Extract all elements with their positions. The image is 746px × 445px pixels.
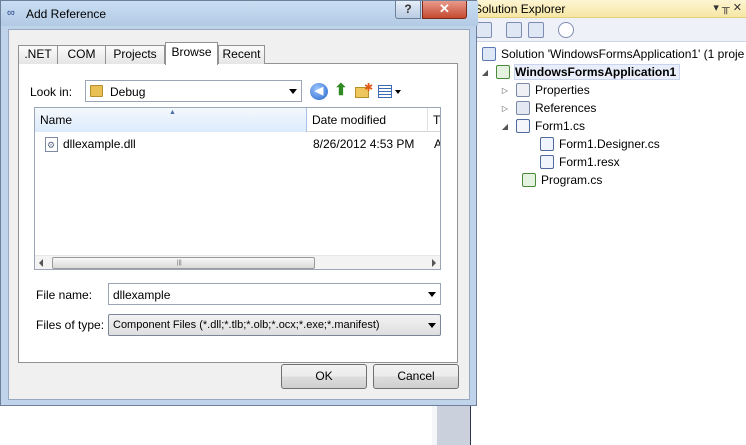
tab-projects[interactable]: Projects xyxy=(105,45,165,64)
files-of-type-value: Component Files (*.dll;*.tlb;*.olb;*.ocx… xyxy=(113,319,380,331)
tree-node-project[interactable]: ◢ WindowsFormsApplication1 xyxy=(480,63,681,81)
solution-explorer-toolbar xyxy=(468,18,746,42)
file-list: Name▲ Date modified Ty ⚙ dllexample.dll … xyxy=(34,107,441,270)
refresh-icon[interactable] xyxy=(528,22,544,38)
tree-label-references: References xyxy=(535,101,597,115)
show-all-files-icon[interactable] xyxy=(506,22,522,38)
tab-com[interactable]: COM xyxy=(57,45,106,64)
look-in-label: Look in: xyxy=(30,85,73,99)
scrollbar-thumb[interactable]: ||| xyxy=(52,257,315,269)
tab-browse[interactable]: Browse xyxy=(165,42,218,65)
tree-node-references[interactable]: ▷ References xyxy=(500,99,596,117)
up-folder-icon[interactable]: ⬆ xyxy=(332,83,350,100)
file-type-cell: Ap xyxy=(434,134,440,154)
csharp-file-icon xyxy=(522,173,536,187)
column-header-type[interactable]: Ty xyxy=(428,108,440,132)
tree-label-project: WindowsFormsApplication1 xyxy=(513,64,681,80)
tree-label-solution: Solution 'WindowsFormsApplication1' (1 p… xyxy=(501,47,745,61)
file-row[interactable]: ⚙ dllexample.dll 8/26/2012 4:53 PM Ap xyxy=(39,134,440,154)
collapse-icon[interactable]: ◢ xyxy=(500,122,510,131)
solution-tree: Solution 'WindowsFormsApplication1' (1 p… xyxy=(468,42,746,445)
file-date-cell: 8/26/2012 4:53 PM xyxy=(313,137,415,151)
collapse-icon[interactable]: ◢ xyxy=(480,68,490,77)
grip-icon: ||| xyxy=(177,260,182,266)
form-icon xyxy=(516,119,530,133)
column-header-date-modified[interactable]: Date modified xyxy=(307,108,428,132)
tree-label-form-resx: Form1.resx xyxy=(559,155,620,169)
properties-toolbar-icon[interactable] xyxy=(476,22,492,38)
column-header-name[interactable]: Name ▲ xyxy=(35,108,307,132)
close-button[interactable]: ✕ xyxy=(422,1,467,19)
sort-ascending-icon: ▲ xyxy=(169,109,176,116)
file-list-header: Name▲ Date modified Ty xyxy=(35,108,440,132)
tree-label-form-designer: Form1.Designer.cs xyxy=(559,137,660,151)
tree-node-form-designer[interactable]: Form1.Designer.cs xyxy=(540,135,660,153)
tree-label-form: Form1.cs xyxy=(535,119,586,133)
dialog-title: Add Reference xyxy=(26,7,107,21)
editor-scroll-area xyxy=(437,405,470,445)
scroll-right-icon[interactable] xyxy=(432,259,436,267)
folder-icon xyxy=(90,85,103,97)
ok-button[interactable]: OK xyxy=(281,364,367,389)
back-arrow-icon[interactable]: ◀ xyxy=(310,83,328,100)
horizontal-scrollbar[interactable]: ||| xyxy=(35,255,440,269)
csharp-file-icon xyxy=(540,137,554,151)
tree-node-form[interactable]: ◢ Form1.cs xyxy=(500,117,585,135)
file-name-label: File name: xyxy=(36,288,93,302)
tab-recent[interactable]: Recent xyxy=(218,45,265,64)
add-reference-dialog: ∞ Add Reference ? ✕ .NET COM Projects Br… xyxy=(0,0,478,406)
file-name-value: dllexample xyxy=(113,288,171,302)
tree-label-program: Program.cs xyxy=(541,173,603,187)
view-menu-icon[interactable] xyxy=(377,83,403,100)
visual-studio-icon: ∞ xyxy=(7,7,15,19)
tree-node-properties[interactable]: ▷ Properties xyxy=(500,81,590,99)
solution-explorer-titlebar: Solution Explorer ▾ ╥ ✕ xyxy=(468,0,746,18)
dialog-titlebar[interactable]: ∞ Add Reference ? ✕ xyxy=(1,1,478,26)
resx-file-icon xyxy=(540,155,554,169)
scroll-left-icon[interactable] xyxy=(39,259,43,267)
properties-icon xyxy=(516,83,530,97)
tree-label-properties: Properties xyxy=(535,83,590,97)
chevron-down-icon[interactable] xyxy=(428,292,436,297)
tree-node-program[interactable]: Program.cs xyxy=(522,171,602,189)
help-button[interactable]: ? xyxy=(395,1,421,19)
file-name-cell: dllexample.dll xyxy=(63,137,136,151)
expand-icon[interactable]: ▷ xyxy=(500,104,510,113)
cancel-button[interactable]: Cancel xyxy=(373,364,459,389)
dll-file-icon: ⚙ xyxy=(45,137,58,152)
chevron-down-icon[interactable] xyxy=(289,89,297,94)
file-name-input[interactable]: dllexample xyxy=(108,283,441,305)
expand-icon[interactable]: ▷ xyxy=(500,86,510,95)
csharp-project-icon xyxy=(496,65,510,79)
solution-icon xyxy=(482,47,496,61)
view-class-diagram-icon[interactable] xyxy=(558,22,574,38)
look-in-value: Debug xyxy=(110,85,146,99)
look-in-dropdown[interactable]: Debug xyxy=(85,80,302,102)
files-of-type-label: Files of type: xyxy=(36,318,105,332)
dialog-client-area: .NET COM Projects Browse Recent Look in:… xyxy=(8,29,470,400)
files-of-type-dropdown[interactable]: Component Files (*.dll;*.tlb;*.olb;*.ocx… xyxy=(108,314,441,336)
tab-net[interactable]: .NET xyxy=(18,45,58,64)
new-folder-icon[interactable]: ✱ xyxy=(354,82,373,100)
panel-window-buttons[interactable]: ▾ ╥ ✕ xyxy=(713,1,742,14)
tree-node-solution[interactable]: Solution 'WindowsFormsApplication1' (1 p… xyxy=(482,45,744,63)
references-icon xyxy=(516,101,530,115)
chevron-down-icon[interactable] xyxy=(428,323,436,328)
solution-explorer-panel: Solution Explorer ▾ ╥ ✕ Solution 'Window… xyxy=(468,0,746,445)
solution-explorer-title: Solution Explorer xyxy=(474,2,566,16)
tree-node-form-resx[interactable]: Form1.resx xyxy=(540,153,620,171)
